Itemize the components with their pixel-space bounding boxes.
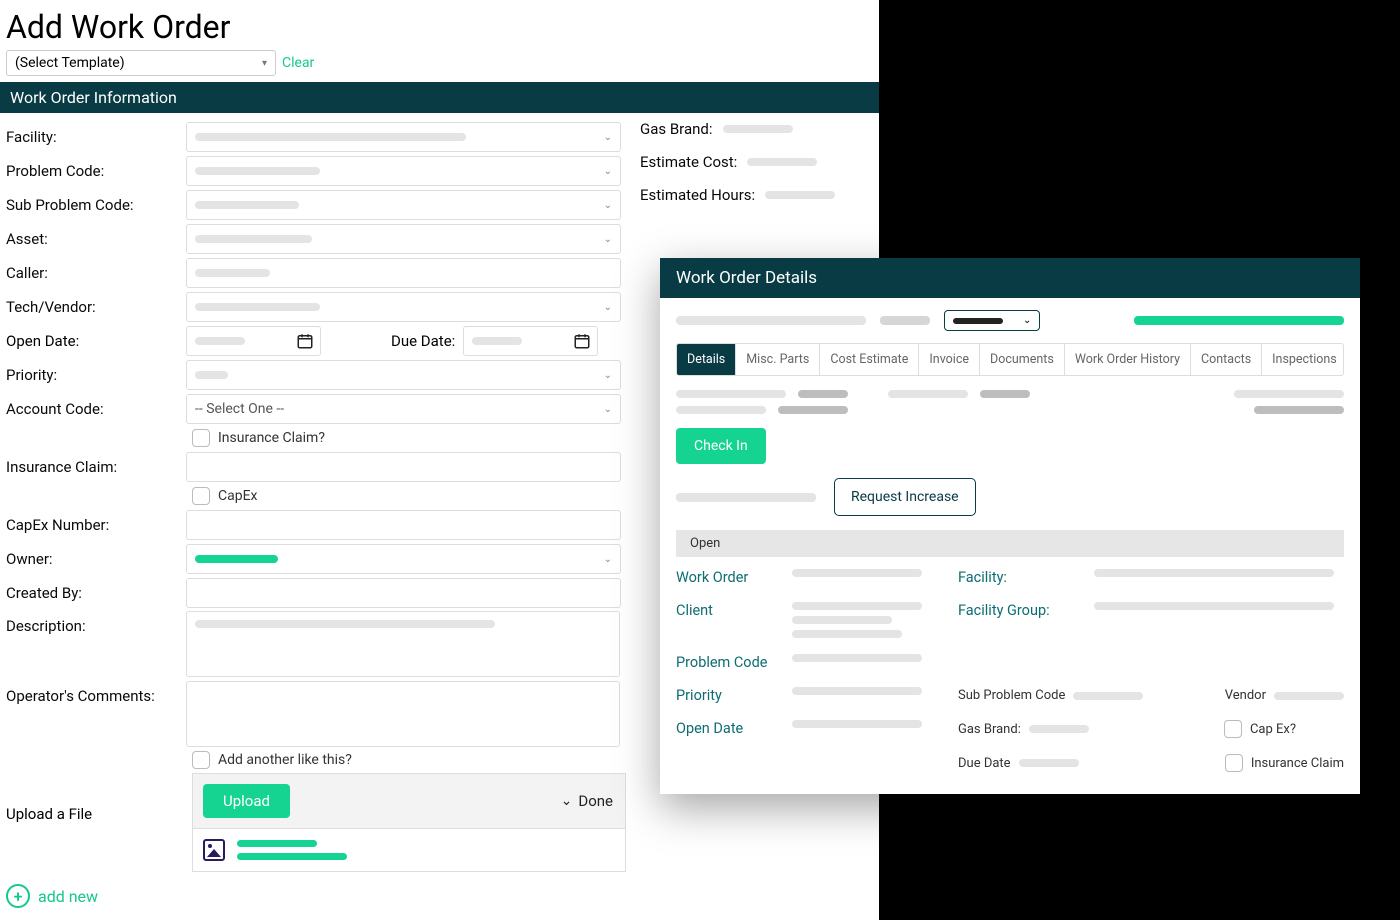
insurance-claim-label: Insurance Claim: [6,458,186,476]
upload-a-file-label: Upload a File [6,805,92,823]
asset-label: Asset: [6,230,186,248]
add-new-button[interactable]: + add new [0,872,879,920]
calendar-icon [573,332,591,350]
tab-work-order-history[interactable]: Work Order History [1065,344,1191,375]
clear-link[interactable]: Clear [282,55,314,71]
chevron-down-icon: ⌄ [604,554,612,565]
tab-contacts[interactable]: Contacts [1191,344,1262,375]
upload-button[interactable]: Upload [203,784,290,818]
problem-code-label: Problem Code: [6,162,186,180]
details-panel-title: Work Order Details [660,258,1360,298]
detail-insurance-checkbox[interactable] [1225,754,1243,772]
chevron-down-icon: ⌄ [604,132,612,143]
image-file-icon [203,839,225,861]
request-increase-button[interactable]: Request Increase [834,478,976,516]
tech-vendor-label: Tech/Vendor: [6,298,186,316]
plus-circle-icon: + [6,884,30,908]
account-code-label: Account Code: [6,400,186,418]
details-tabs: Details Misc. Parts Cost Estimate Invoic… [676,343,1344,376]
capex-number-label: CapEx Number: [6,516,186,534]
operator-comments-label: Operator's Comments: [6,681,186,705]
uploaded-file-tile[interactable] [192,829,626,872]
tab-inspections[interactable]: Inspections [1262,344,1344,375]
chevron-down-icon: ⌄ [604,302,612,313]
insurance-claim-checkbox-label: Insurance Claim? [218,430,325,446]
priority-select[interactable]: ⌄ [186,360,621,390]
capex-checkbox-label: CapEx [218,488,258,504]
status-bar: Open [676,530,1344,557]
due-date-label: Due Date: [391,332,455,350]
chevron-down-icon: ⌄ [604,404,612,415]
detail-capex-checkbox[interactable] [1224,720,1242,738]
chevron-down-icon: ⌄ [1023,315,1031,326]
created-by-input[interactable] [186,578,621,608]
add-new-label: add new [38,887,98,906]
work-order-details-panel: Work Order Details ⌄ Details Misc. Parts… [660,258,1360,794]
asset-select[interactable]: ⌄ [186,224,621,254]
chevron-down-icon: ⌄ [604,234,612,245]
capex-number-input[interactable] [186,510,621,540]
chevron-down-icon: ⌄ [604,370,612,381]
created-by-label: Created By: [6,584,186,602]
description-label: Description: [6,611,186,635]
tech-vendor-select[interactable]: ⌄ [186,292,621,322]
page-title: Add Work Order [0,0,879,50]
section-header-info: Work Order Information [0,82,879,113]
status-select[interactable]: ⌄ [944,310,1040,331]
tab-invoice[interactable]: Invoice [919,344,980,375]
sub-problem-code-label: Sub Problem Code: [6,196,186,214]
tab-documents[interactable]: Documents [980,344,1065,375]
chevron-down-icon: ▾ [262,58,267,69]
chevron-down-icon: ⌄ [604,166,612,177]
account-code-value: -- Select One -- [195,401,284,417]
done-label: Done [578,792,613,810]
caller-input[interactable] [186,258,621,288]
sub-problem-code-select[interactable]: ⌄ [186,190,621,220]
caller-label: Caller: [6,264,186,282]
check-in-button[interactable]: Check In [676,428,766,464]
chevron-down-icon: ⌄ [604,200,612,211]
add-another-label: Add another like this? [218,752,352,768]
detail-facility-group-label: Facility Group: [958,602,1088,638]
detail-work-order-label: Work Order [676,569,786,586]
done-toggle[interactable]: ⌄ Done [561,792,613,810]
facility-select[interactable]: ⌄ [186,122,621,152]
account-code-select[interactable]: -- Select One -- ⌄ [186,394,621,424]
detail-priority-label: Priority [676,687,786,704]
add-another-checkbox[interactable] [192,751,210,769]
template-select-value: (Select Template) [15,55,125,71]
due-date-input[interactable] [463,326,598,356]
capex-checkbox[interactable] [192,487,210,505]
detail-sub-problem-code-label: Sub Problem Code [958,688,1065,703]
detail-facility-label: Facility: [958,569,1088,586]
detail-client-label: Client [676,602,786,638]
operator-comments-textarea[interactable] [186,681,620,747]
open-date-label: Open Date: [6,332,186,350]
detail-insurance-label: Insurance Claim [1251,756,1344,771]
owner-select[interactable]: ⌄ [186,544,621,574]
detail-problem-code-label: Problem Code [676,654,786,671]
detail-gas-brand-label: Gas Brand: [958,722,1021,737]
insurance-claim-input[interactable] [186,452,621,482]
problem-code-select[interactable]: ⌄ [186,156,621,186]
upload-area: Upload ⌄ Done [192,773,626,829]
chevron-down-icon: ⌄ [561,793,573,809]
calendar-icon [296,332,314,350]
tab-misc-parts[interactable]: Misc. Parts [736,344,820,375]
facility-label: Facility: [6,128,186,146]
owner-label: Owner: [6,550,186,568]
detail-open-date-label: Open Date [676,720,786,738]
description-textarea[interactable] [186,611,620,677]
detail-due-date-label: Due Date [958,756,1011,771]
open-date-input[interactable] [186,326,321,356]
detail-capex-label: Cap Ex? [1250,722,1296,737]
tab-details[interactable]: Details [677,344,736,375]
detail-vendor-label: Vendor [1225,688,1266,703]
priority-label: Priority: [6,366,186,384]
tab-cost-estimate[interactable]: Cost Estimate [820,344,919,375]
template-select[interactable]: (Select Template) ▾ [6,50,276,76]
insurance-claim-checkbox[interactable] [192,429,210,447]
